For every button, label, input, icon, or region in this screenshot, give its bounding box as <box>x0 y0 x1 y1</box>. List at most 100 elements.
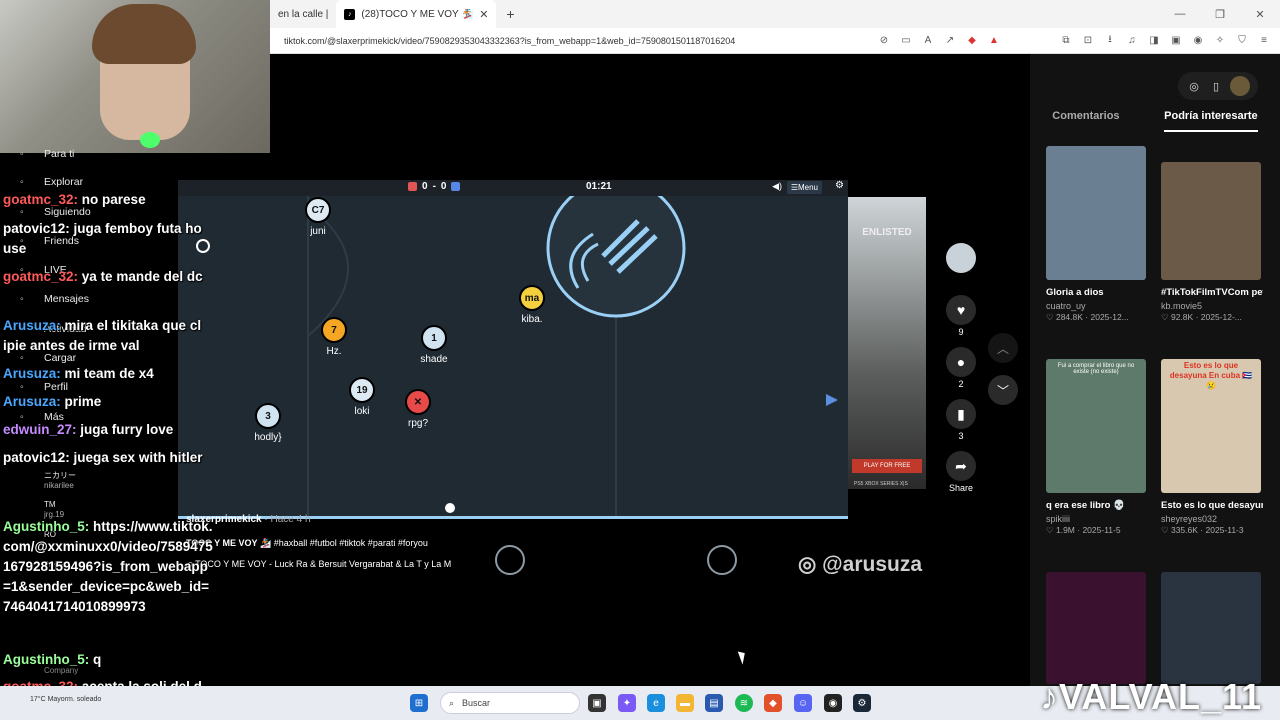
copilot-icon[interactable]: ✦ <box>618 694 636 712</box>
tab-previous[interactable]: en la calle | <box>270 0 336 28</box>
weather-widget[interactable]: 17°C Mayorm. soleado <box>30 696 101 703</box>
haxball-field <box>178 196 848 518</box>
chevron-down-icon: ﹀ <box>996 383 1009 398</box>
home-icon: ◦ <box>20 148 24 160</box>
discord-icon[interactable]: ☺ <box>794 694 812 712</box>
following-account[interactable]: ニカリー nikarilee <box>44 471 76 491</box>
top-icons: ◎ ▯ <box>1178 72 1258 100</box>
task-view-icon[interactable]: ▣ <box>588 694 606 712</box>
save-button[interactable]: ▮ 3 <box>944 399 978 441</box>
chat-text: prime <box>64 394 102 409</box>
screenshot-icon[interactable]: ⊡ <box>1082 35 1094 47</box>
screen-icon[interactable]: ▭ <box>900 35 912 47</box>
tab-comments[interactable]: Comentarios <box>1052 110 1119 132</box>
nav-item[interactable]: ◦ Para ti <box>20 148 74 160</box>
download-icon[interactable]: ⭳ <box>1104 34 1116 47</box>
related-video-card[interactable]: Esto es lo que desayuna En cuba 🇨🇺😢 Esto … <box>1161 359 1263 536</box>
url-input[interactable]: tiktok.com/@slaxerprimekick/video/759082… <box>270 36 878 46</box>
user-avatar[interactable] <box>1230 76 1250 96</box>
shield-icon[interactable]: ◆ <box>966 35 978 47</box>
chat-username: patovic12 <box>3 221 66 236</box>
store-icon[interactable]: ▤ <box>705 694 723 712</box>
brave-shield-icon[interactable]: ⛉ <box>1236 35 1248 47</box>
card-date: 2025-11-5 <box>1082 525 1121 535</box>
creator-avatar[interactable] <box>944 243 978 275</box>
video-music[interactable]: ♫ TOCO Y ME VOY - Luck Ra & Bersuit Verg… <box>186 559 451 569</box>
prev-video-button[interactable]: ︿ <box>988 333 1018 363</box>
vpn-icon[interactable]: ◉ <box>1192 35 1204 47</box>
card-likes: ♡ 1.9M <box>1046 525 1075 535</box>
nav-item[interactable]: ◦ Mensajes <box>20 293 89 305</box>
related-video-card[interactable]: #TikTokFilmTVCom petition... kb.movie5♡ 9… <box>1161 162 1263 323</box>
extensions-icon[interactable]: ⧉ <box>1060 35 1072 47</box>
tab-active[interactable]: ♪ (28)TOCO Y ME VOY 🏂 #ha ✕ <box>336 0 497 28</box>
close-window-button[interactable]: ✕ <box>1240 0 1280 28</box>
card-meta: ♡ 335.6K · 2025-11-3 <box>1161 525 1244 535</box>
window-controls: — ❐ ✕ <box>1160 0 1280 28</box>
video-hashtags[interactable]: #haxball #futbol #tiktok #parati #foryou <box>274 538 428 548</box>
chat-message: Agustinho_5: q <box>3 652 102 667</box>
player-disc: C7 <box>305 197 331 223</box>
like-button[interactable]: ♥ 9 <box>944 295 978 337</box>
related-video-card[interactable] <box>1161 572 1263 684</box>
share-label: Share <box>948 483 974 493</box>
video-player[interactable]: 0 - 0 01:21 ◀) ☰Menu ⚙ C7 juni ma kiba. 7 Hz.… <box>178 180 848 518</box>
new-tab-button[interactable]: + <box>496 6 524 22</box>
chat-message: Arusuza: prime <box>3 394 102 409</box>
joystick-left <box>495 545 525 575</box>
wallet-icon[interactable]: ▣ <box>1170 35 1182 47</box>
folder-icon[interactable]: ▬ <box>676 694 694 712</box>
tracking-icon[interactable]: ⊘ <box>878 35 890 47</box>
minimize-button[interactable]: — <box>1160 0 1200 28</box>
translate-icon[interactable]: A <box>922 35 934 47</box>
player-disc: ✕ <box>405 389 431 415</box>
ad-banner[interactable]: ENLISTED PLAY FOR FREE PS5 XBOX SERIES X… <box>848 197 926 489</box>
card-meta: ♡ 92.8K · 2025-12-... <box>1161 312 1242 322</box>
ad-play-button[interactable]: PLAY FOR FREE <box>852 459 922 473</box>
share-icon[interactable]: ↗ <box>944 35 956 47</box>
sidebar-icon[interactable]: ◨ <box>1148 35 1160 47</box>
webcam-overlay <box>0 0 270 153</box>
close-tab-icon[interactable]: ✕ <box>479 8 488 21</box>
maximize-button[interactable]: ❐ <box>1200 0 1240 28</box>
related-video-card[interactable]: Gloria a dios cuatro_uy ♡ 284.8K · 2025-12… <box>1046 146 1148 323</box>
related-video-card[interactable] <box>1046 572 1148 684</box>
spotify-icon[interactable]: ≋ <box>735 694 753 712</box>
tab-related[interactable]: Podría interesarte <box>1164 110 1258 132</box>
media-icon[interactable]: ♫ <box>1126 35 1138 47</box>
related-video-card[interactable]: Fui a comprar el libro que no existe (no… <box>1046 359 1148 536</box>
comment-icon: ● <box>946 347 976 377</box>
coin-icon[interactable]: ◎ <box>1186 78 1202 94</box>
compass-icon: ◦ <box>20 176 24 188</box>
player-disc: 3 <box>255 403 281 429</box>
leo-icon[interactable]: ✧ <box>1214 35 1226 47</box>
edge-icon[interactable]: e <box>647 694 665 712</box>
player-name: loki <box>354 406 370 417</box>
avatar <box>946 243 976 273</box>
chat-username: patovic12 <box>3 450 66 465</box>
next-video-button[interactable]: ﹀ <box>988 375 1018 405</box>
comment-button[interactable]: ● 2 <box>944 347 978 389</box>
share-button[interactable]: ➦ Share <box>944 451 978 493</box>
scoreboard: 0 - 0 <box>408 181 461 192</box>
address-icons: ⊘ ▭ A ↗ ◆ ▲ ⧉ ⊡ ⭳ ♫ ◨ ▣ ◉ ✧ ⛉ ≡ <box>878 34 1280 47</box>
steam-icon[interactable]: ⚙ <box>853 694 871 712</box>
obs-icon[interactable]: ◉ <box>824 694 842 712</box>
nav-item[interactable]: ◦ Explorar <box>20 176 83 188</box>
watermark: ◎ @arusuza <box>798 553 923 576</box>
warning-icon[interactable]: ▲ <box>988 35 1000 47</box>
account-handle: nikarilee <box>44 481 74 490</box>
phone-icon[interactable]: ▯ <box>1208 78 1224 94</box>
thumbnail-caption: Esto es lo que desayuna En cuba 🇨🇺😢 <box>1169 361 1253 390</box>
video-thumbnail <box>1046 146 1146 280</box>
video-thumbnail <box>1046 359 1146 493</box>
taskbar-search[interactable]: ⌕ Buscar <box>440 692 580 714</box>
windows-start-icon[interactable]: ⊞ <box>410 694 428 712</box>
card-author: kb.movie5 <box>1161 301 1203 311</box>
share-icon: ➦ <box>946 451 976 481</box>
menu-icon[interactable]: ≡ <box>1258 35 1270 47</box>
card-author: spikiiii <box>1046 514 1071 524</box>
brave-icon[interactable]: ◆ <box>764 694 782 712</box>
card-date: 2025-11-3 <box>1205 525 1244 535</box>
tiktok-favicon-icon: ♪ <box>344 8 356 20</box>
